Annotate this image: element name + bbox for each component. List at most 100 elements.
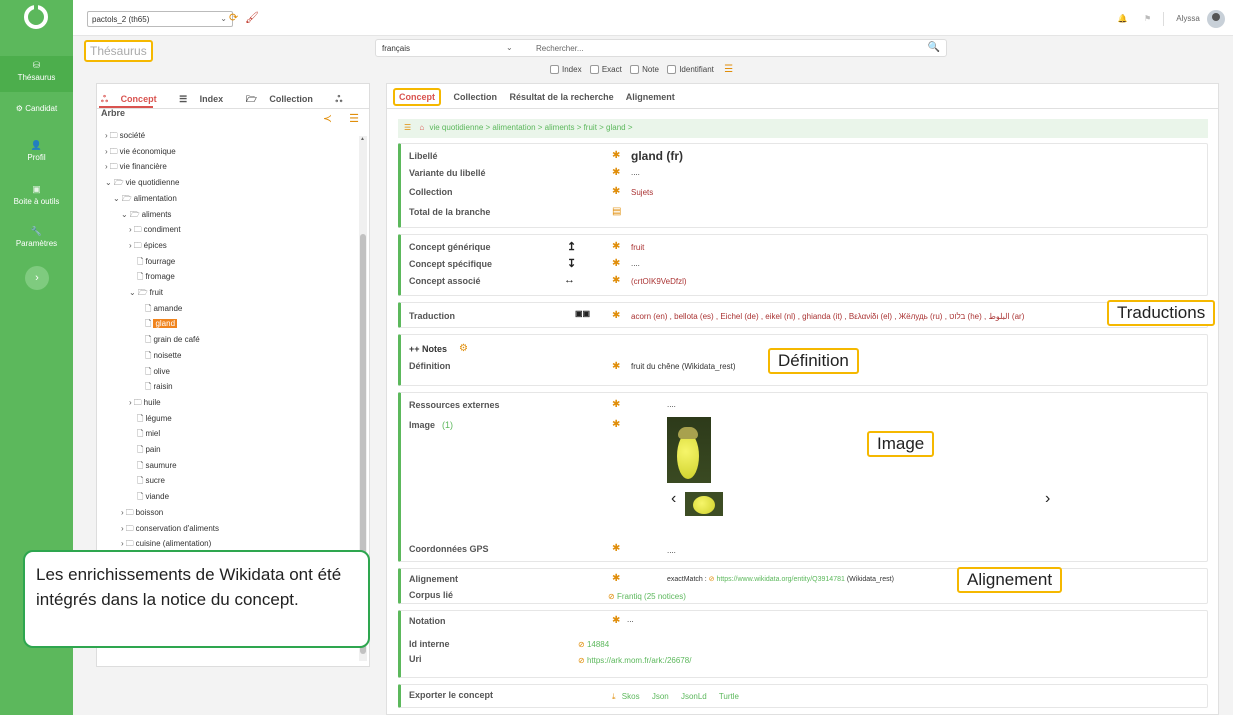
chevron-down-icon[interactable]: ⌄ (113, 194, 120, 203)
scroll-up-icon[interactable]: ▲ (360, 136, 365, 142)
traduction-value[interactable]: acorn (en) , bellota (es) , Eichel (de) … (631, 312, 1024, 321)
carousel-next-icon[interactable]: › (1045, 490, 1050, 508)
gear-icon[interactable]: ✱ (612, 573, 620, 584)
concept-image[interactable] (667, 417, 711, 483)
gear-icon[interactable]: ✱ (612, 241, 620, 252)
tree-item[interactable]: 🗋 viande (137, 491, 169, 505)
search-icon[interactable]: 🔍 (928, 42, 940, 53)
chevron-down-icon[interactable]: ⌄ (121, 210, 128, 219)
tree-item[interactable]: ⌄ 🗁 vie quotidienne (105, 177, 179, 191)
thesaurus-select[interactable]: pactols_2 (th65) ⌄ (87, 11, 233, 27)
tab-collection[interactable]: 🗁 Collection (246, 94, 323, 104)
nav-item-profil[interactable]: 👤 Profil (0, 140, 73, 162)
uri-link[interactable]: https://ark.mom.fr/ark:/26678/ (587, 656, 691, 665)
nav-item-boite-a-outils[interactable]: ▣ Boite à outils (0, 184, 73, 206)
user-name[interactable]: Alyssa (1176, 14, 1200, 23)
brush-icon[interactable]: 🖌 (245, 11, 259, 24)
export-jsonld-link[interactable]: JsonLd (681, 692, 707, 701)
expand-nav-button[interactable]: › (25, 266, 49, 290)
export-json-link[interactable]: Json (652, 692, 669, 701)
tree-item[interactable]: 🗋 saumure (137, 460, 177, 474)
corpus-link[interactable]: Frantiq (25 notices) (617, 592, 686, 601)
chevron-right-icon[interactable]: › (121, 524, 124, 533)
breadcrumb-path[interactable]: vie quotidienne > alimentation > aliment… (429, 123, 632, 132)
alignement-link[interactable]: https://www.wikidata.org/entity/Q3914781 (716, 576, 844, 583)
tab-index[interactable]: ☰ Index (179, 94, 233, 104)
chevron-right-icon[interactable]: › (105, 162, 108, 171)
tree-item[interactable]: ⌄ 🗁 aliments (121, 209, 171, 223)
chevron-right-icon[interactable]: › (121, 508, 124, 517)
tab-resultat-recherche[interactable]: Résultat de la recherche (510, 92, 614, 102)
home-icon[interactable]: ⌂ (419, 123, 424, 132)
menu-icon[interactable]: ☰ (404, 123, 411, 132)
tree-item[interactable]: › 🗀 vie économique (105, 146, 176, 160)
tree-item[interactable]: 🗋 miel (137, 428, 160, 442)
tree-item[interactable]: › 🗀 vie financière (105, 161, 167, 175)
gear-icon[interactable]: ✱ (612, 361, 620, 372)
checkbox-identifiant[interactable] (667, 65, 677, 75)
tree-item[interactable]: 🗋 gland (145, 318, 178, 332)
tree-item[interactable]: 🗋 noisette (145, 350, 181, 364)
export-skos-link[interactable]: Skos (622, 692, 640, 701)
tree-item[interactable]: 🗋 sucre (137, 475, 165, 489)
gear-icon[interactable]: ✱ (612, 275, 620, 286)
associe-value[interactable]: (crtOIK9VeDfzl) (631, 277, 687, 286)
chevron-right-icon[interactable]: › (105, 131, 108, 140)
tree-item[interactable]: › 🗀 huile (129, 397, 161, 411)
generique-value[interactable]: fruit (631, 243, 644, 252)
avatar[interactable] (1207, 10, 1225, 28)
tree-item[interactable]: 🗋 olive (145, 366, 170, 380)
gear-outline-icon[interactable]: ⚙ (459, 343, 468, 354)
id-link[interactable]: 14884 (587, 640, 609, 649)
tree-item[interactable]: ⌄ 🗁 fruit (129, 287, 163, 301)
gear-icon[interactable]: ✱ (612, 186, 620, 197)
share-icon[interactable]: ≺ (323, 113, 332, 125)
image-thumbnail[interactable] (685, 492, 723, 516)
calculator-icon[interactable]: ▤ (612, 206, 621, 217)
chevron-down-icon[interactable]: ⌄ (129, 288, 136, 297)
menu-icon[interactable]: ☰ (349, 113, 359, 125)
bell-icon[interactable]: 🔔 (1118, 14, 1128, 23)
search-input[interactable]: Rechercher... (536, 44, 584, 53)
tree-item[interactable]: 🗋 légume (137, 413, 172, 427)
checkbox-exact[interactable] (589, 65, 599, 75)
tab-collection[interactable]: Collection (454, 92, 498, 102)
nav-item-parametres[interactable]: 🔧 Paramètres (0, 226, 73, 248)
collection-value[interactable]: Sujets (631, 188, 653, 197)
gear-icon[interactable]: ✱ (612, 150, 620, 161)
tab-concept[interactable]: ஃ Concept (101, 94, 167, 104)
tree-item[interactable]: › 🗀 conservation d'aliments (121, 523, 219, 537)
export-turtle-link[interactable]: Turtle (719, 692, 739, 701)
gear-icon[interactable]: ✱ (612, 615, 620, 626)
chevron-right-icon[interactable]: › (129, 398, 132, 407)
tree-item[interactable]: › 🗀 société (105, 130, 145, 144)
chevron-right-icon[interactable]: › (121, 539, 124, 548)
tab-alignement[interactable]: Alignement (626, 92, 675, 102)
tree-item[interactable]: 🗋 raisin (145, 381, 173, 395)
app-logo[interactable] (24, 5, 48, 29)
gear-icon[interactable]: ✱ (612, 167, 620, 178)
gear-icon[interactable]: ✱ (612, 543, 620, 554)
carousel-prev-icon[interactable]: ‹ (671, 490, 676, 508)
gear-icon[interactable]: ✱ (612, 419, 620, 430)
chevron-right-icon[interactable]: › (129, 225, 132, 234)
tree-item[interactable]: 🗋 pain (137, 444, 161, 458)
gear-icon[interactable]: ✱ (612, 399, 620, 410)
tree-item[interactable]: 🗋 amande (145, 303, 182, 317)
refresh-icon[interactable]: ⟳ (229, 11, 238, 24)
tree-item[interactable]: › 🗀 boisson (121, 507, 163, 521)
nav-item-candidat[interactable]: ⚙ Candidat (0, 104, 73, 113)
gear-icon[interactable]: ✱ (612, 310, 620, 321)
tree-item[interactable]: › 🗀 épices (129, 240, 167, 254)
chevron-right-icon[interactable]: › (129, 241, 132, 250)
flag-icon[interactable]: ⚑ (1144, 14, 1151, 23)
gear-icon[interactable]: ✱ (612, 258, 620, 269)
tree-item[interactable]: › 🗀 condiment (129, 224, 181, 238)
tab-concept[interactable]: Concept (393, 88, 441, 106)
tree-item[interactable]: 🗋 fourrage (137, 256, 175, 270)
tree-item[interactable]: 🗋 fromage (137, 271, 175, 285)
checkbox-note[interactable] (630, 65, 640, 75)
nav-item-thesaurus[interactable]: ⛁ Thésaurus (0, 56, 73, 92)
menu-icon[interactable]: ☰ (724, 64, 733, 75)
chevron-down-icon[interactable]: ⌄ (105, 178, 112, 187)
